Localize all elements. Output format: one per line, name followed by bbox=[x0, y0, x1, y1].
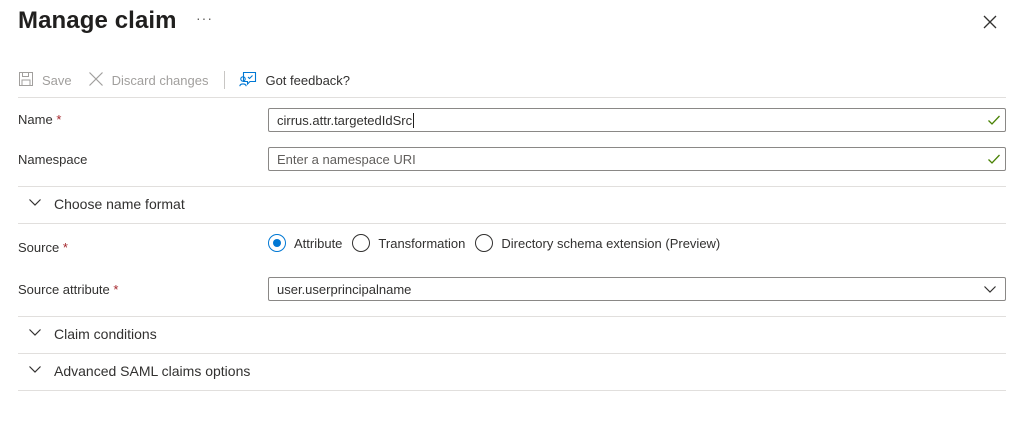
source-radio-group: Attribute Transformation Directory schem… bbox=[268, 234, 730, 252]
namespace-label: Namespace bbox=[18, 152, 88, 167]
radio-transformation[interactable]: Transformation bbox=[352, 234, 465, 252]
divider bbox=[18, 353, 1006, 354]
radio-directory-schema-extension[interactable]: Directory schema extension (Preview) bbox=[475, 234, 720, 252]
source-attribute-dropdown[interactable]: user.userprincipalname bbox=[268, 277, 1006, 301]
chevron-down-icon bbox=[28, 195, 54, 212]
page-title: Manage claim bbox=[18, 7, 177, 34]
radio-unselected-icon bbox=[475, 234, 494, 252]
divider bbox=[18, 97, 1006, 98]
save-button[interactable]: Save bbox=[18, 66, 72, 94]
source-attribute-label-text: Source attribute bbox=[18, 282, 110, 297]
chevron-down-icon bbox=[975, 282, 1005, 296]
source-label-text: Source bbox=[18, 240, 60, 255]
choose-name-format-section[interactable]: Choose name format bbox=[28, 195, 185, 212]
section-title: Advanced SAML claims options bbox=[54, 362, 251, 379]
advanced-saml-options-section[interactable]: Advanced SAML claims options bbox=[28, 362, 250, 379]
divider bbox=[18, 223, 1006, 224]
command-bar: Save Discard changes Got feedback? bbox=[18, 66, 350, 94]
radio-label: Attribute bbox=[294, 235, 343, 251]
divider bbox=[18, 390, 1006, 391]
required-marker: * bbox=[113, 282, 119, 297]
radio-attribute[interactable]: Attribute bbox=[268, 234, 342, 252]
more-options-icon[interactable]: ··· bbox=[196, 10, 213, 26]
name-label: Name * bbox=[18, 112, 61, 128]
source-attribute-label: Source attribute * bbox=[18, 282, 118, 298]
radio-unselected-icon bbox=[352, 234, 371, 252]
discard-label: Discard changes bbox=[111, 72, 209, 88]
section-title: Claim conditions bbox=[54, 325, 157, 342]
discard-icon bbox=[88, 71, 112, 90]
namespace-placeholder: Enter a namespace URI bbox=[277, 151, 416, 167]
name-input-value: cirrus.attr.targetedIdSrc bbox=[269, 112, 983, 128]
chevron-down-icon bbox=[28, 362, 54, 379]
required-marker: * bbox=[62, 240, 68, 255]
check-icon bbox=[983, 114, 1005, 126]
source-label: Source * bbox=[18, 240, 68, 256]
check-icon bbox=[983, 153, 1005, 165]
save-icon bbox=[18, 71, 42, 90]
claim-conditions-section[interactable]: Claim conditions bbox=[28, 325, 157, 342]
name-value-text: cirrus.attr.targetedIdSrc bbox=[277, 112, 413, 128]
chevron-down-icon bbox=[28, 325, 54, 342]
text-cursor bbox=[413, 112, 415, 128]
close-icon[interactable] bbox=[980, 12, 1000, 32]
namespace-input[interactable]: Enter a namespace URI bbox=[268, 147, 1006, 171]
radio-label: Transformation bbox=[378, 235, 466, 251]
feedback-label: Got feedback? bbox=[265, 72, 351, 88]
radio-label: Directory schema extension (Preview) bbox=[501, 235, 721, 251]
name-input[interactable]: cirrus.attr.targetedIdSrc bbox=[268, 108, 1006, 132]
divider bbox=[18, 186, 1006, 187]
source-attribute-value: user.userprincipalname bbox=[277, 281, 412, 297]
save-label: Save bbox=[42, 72, 72, 88]
toolbar-divider bbox=[224, 71, 226, 89]
section-title: Choose name format bbox=[54, 195, 185, 212]
name-label-text: Name bbox=[18, 112, 53, 127]
discard-changes-button[interactable]: Discard changes bbox=[88, 66, 209, 94]
feedback-icon bbox=[239, 71, 265, 90]
divider bbox=[18, 316, 1006, 317]
feedback-button[interactable]: Got feedback? bbox=[239, 66, 350, 94]
required-marker: * bbox=[56, 112, 62, 127]
radio-selected-icon bbox=[268, 234, 286, 252]
